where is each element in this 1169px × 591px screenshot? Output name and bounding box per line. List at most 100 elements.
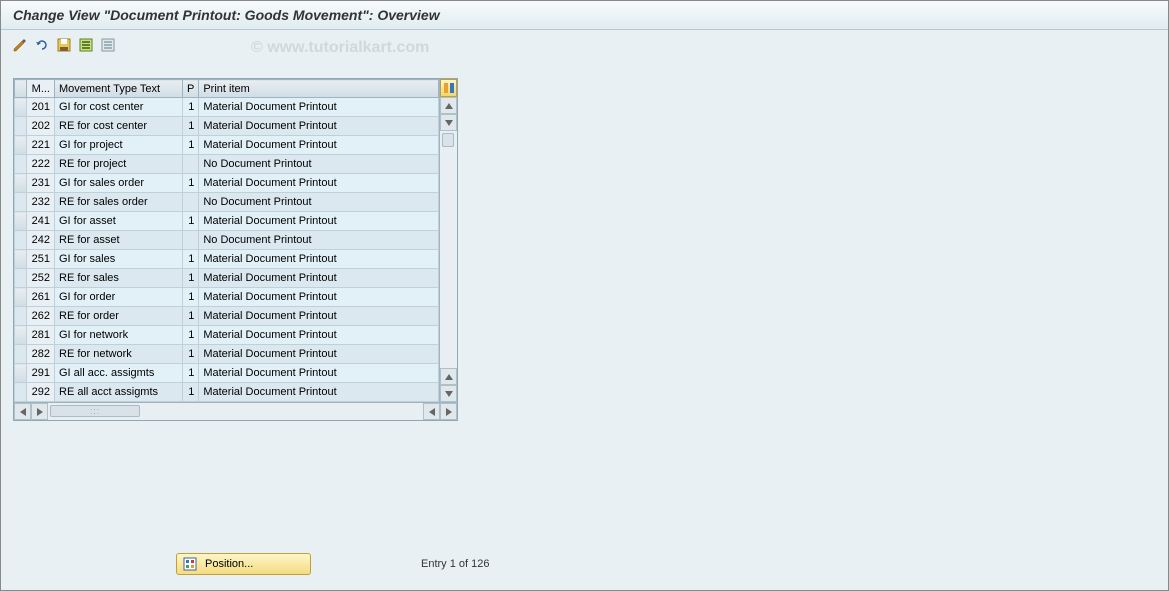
cell-movement-type[interactable]: 291	[27, 364, 55, 383]
cell-movement-text[interactable]: RE for sales order	[55, 193, 183, 212]
row-selector[interactable]	[15, 231, 27, 250]
cell-movement-type[interactable]: 292	[27, 383, 55, 402]
cell-p[interactable]: 1	[183, 174, 199, 193]
select-all-icon[interactable]	[77, 36, 95, 54]
col-header-select[interactable]	[15, 80, 27, 98]
cell-movement-text[interactable]: GI for asset	[55, 212, 183, 231]
cell-p[interactable]: 1	[183, 288, 199, 307]
deselect-all-icon[interactable]	[99, 36, 117, 54]
table-row[interactable]: 251GI for sales1Material Document Printo…	[15, 250, 439, 269]
col-header-m[interactable]: M...	[27, 80, 55, 98]
cell-p[interactable]	[183, 193, 199, 212]
row-selector[interactable]	[15, 193, 27, 212]
scroll-down-icon[interactable]	[440, 114, 457, 131]
cell-movement-type[interactable]: 282	[27, 345, 55, 364]
cell-movement-type[interactable]: 202	[27, 117, 55, 136]
cell-p[interactable]: 1	[183, 98, 199, 117]
cell-movement-text[interactable]: RE for asset	[55, 231, 183, 250]
cell-movement-text[interactable]: GI for network	[55, 326, 183, 345]
table-row[interactable]: 282RE for network1Material Document Prin…	[15, 345, 439, 364]
cell-print-item[interactable]: Material Document Printout	[199, 288, 439, 307]
row-selector[interactable]	[15, 269, 27, 288]
cell-print-item[interactable]: Material Document Printout	[199, 174, 439, 193]
table-row[interactable]: 281GI for network1Material Document Prin…	[15, 326, 439, 345]
table-row[interactable]: 232RE for sales order No Document Printou…	[15, 193, 439, 212]
table-row[interactable]: 221GI for project1Material Document Prin…	[15, 136, 439, 155]
col-header-p[interactable]: P	[183, 80, 199, 98]
scroll-left-icon[interactable]	[14, 403, 31, 420]
cell-p[interactable]: 1	[183, 345, 199, 364]
table-row[interactable]: 222RE for project No Document Printout	[15, 155, 439, 174]
cell-p[interactable]: 1	[183, 250, 199, 269]
table-row[interactable]: 261GI for order1Material Document Printo…	[15, 288, 439, 307]
cell-print-item[interactable]: Material Document Printout	[199, 269, 439, 288]
row-selector[interactable]	[15, 288, 27, 307]
cell-movement-type[interactable]: 252	[27, 269, 55, 288]
row-selector[interactable]	[15, 98, 27, 117]
cell-movement-type[interactable]: 242	[27, 231, 55, 250]
cell-movement-text[interactable]: RE for cost center	[55, 117, 183, 136]
cell-print-item[interactable]: Material Document Printout	[199, 98, 439, 117]
cell-movement-type[interactable]: 222	[27, 155, 55, 174]
cell-print-item[interactable]: Material Document Printout	[199, 212, 439, 231]
hscroll-thumb[interactable]: :::	[50, 405, 140, 417]
col-header-text[interactable]: Movement Type Text	[55, 80, 183, 98]
table-row[interactable]: 201GI for cost center1Material Document …	[15, 98, 439, 117]
table-row[interactable]: 202RE for cost center1Material Document …	[15, 117, 439, 136]
cell-movement-text[interactable]: RE all acct assigmts	[55, 383, 183, 402]
configure-columns-icon[interactable]	[440, 79, 457, 97]
cell-movement-text[interactable]: RE for network	[55, 345, 183, 364]
row-selector[interactable]	[15, 364, 27, 383]
cell-movement-text[interactable]: RE for sales	[55, 269, 183, 288]
row-selector[interactable]	[15, 326, 27, 345]
cell-p[interactable]: 1	[183, 364, 199, 383]
undo-icon[interactable]	[33, 36, 51, 54]
vertical-scrollbar[interactable]	[439, 79, 457, 402]
cell-movement-type[interactable]: 231	[27, 174, 55, 193]
table-row[interactable]: 241GI for asset1Material Document Printo…	[15, 212, 439, 231]
table-row[interactable]: 231GI for sales order1Material Document …	[15, 174, 439, 193]
row-selector[interactable]	[15, 250, 27, 269]
row-selector[interactable]	[15, 136, 27, 155]
position-button[interactable]: Position...	[176, 553, 311, 575]
cell-print-item[interactable]: Material Document Printout	[199, 307, 439, 326]
col-header-print[interactable]: Print item	[199, 80, 439, 98]
scroll-up-icon[interactable]	[440, 97, 457, 114]
row-selector[interactable]	[15, 307, 27, 326]
cell-print-item[interactable]: Material Document Printout	[199, 345, 439, 364]
cell-p[interactable]	[183, 231, 199, 250]
cell-p[interactable]: 1	[183, 383, 199, 402]
cell-movement-type[interactable]: 232	[27, 193, 55, 212]
cell-print-item[interactable]: No Document Printout	[199, 231, 439, 250]
cell-movement-text[interactable]: RE for project	[55, 155, 183, 174]
row-selector[interactable]	[15, 345, 27, 364]
save-icon[interactable]	[55, 36, 73, 54]
table-row[interactable]: 292RE all acct assigmts1Material Documen…	[15, 383, 439, 402]
cell-movement-type[interactable]: 262	[27, 307, 55, 326]
cell-print-item[interactable]: No Document Printout	[199, 193, 439, 212]
vscroll-thumb[interactable]	[442, 133, 454, 147]
table-row[interactable]: 291GI all acc. assigmts1Material Documen…	[15, 364, 439, 383]
table-row[interactable]: 242RE for asset No Document Printout	[15, 231, 439, 250]
cell-p[interactable]: 1	[183, 326, 199, 345]
cell-movement-type[interactable]: 281	[27, 326, 55, 345]
table-row[interactable]: 262RE for order1Material Document Printo…	[15, 307, 439, 326]
cell-movement-text[interactable]: GI for project	[55, 136, 183, 155]
cell-print-item[interactable]: Material Document Printout	[199, 364, 439, 383]
row-selector[interactable]	[15, 383, 27, 402]
scroll-up2-icon[interactable]	[440, 368, 457, 385]
hscroll-track[interactable]: :::	[48, 403, 423, 420]
row-selector[interactable]	[15, 212, 27, 231]
scroll-down2-icon[interactable]	[440, 385, 457, 402]
cell-print-item[interactable]: No Document Printout	[199, 155, 439, 174]
cell-movement-type[interactable]: 201	[27, 98, 55, 117]
scroll-right2-icon[interactable]	[440, 403, 457, 420]
row-selector[interactable]	[15, 174, 27, 193]
cell-p[interactable]: 1	[183, 307, 199, 326]
cell-print-item[interactable]: Material Document Printout	[199, 250, 439, 269]
cell-print-item[interactable]: Material Document Printout	[199, 326, 439, 345]
cell-movement-type[interactable]: 251	[27, 250, 55, 269]
cell-movement-text[interactable]: GI for order	[55, 288, 183, 307]
row-selector[interactable]	[15, 155, 27, 174]
cell-movement-text[interactable]: GI for sales	[55, 250, 183, 269]
